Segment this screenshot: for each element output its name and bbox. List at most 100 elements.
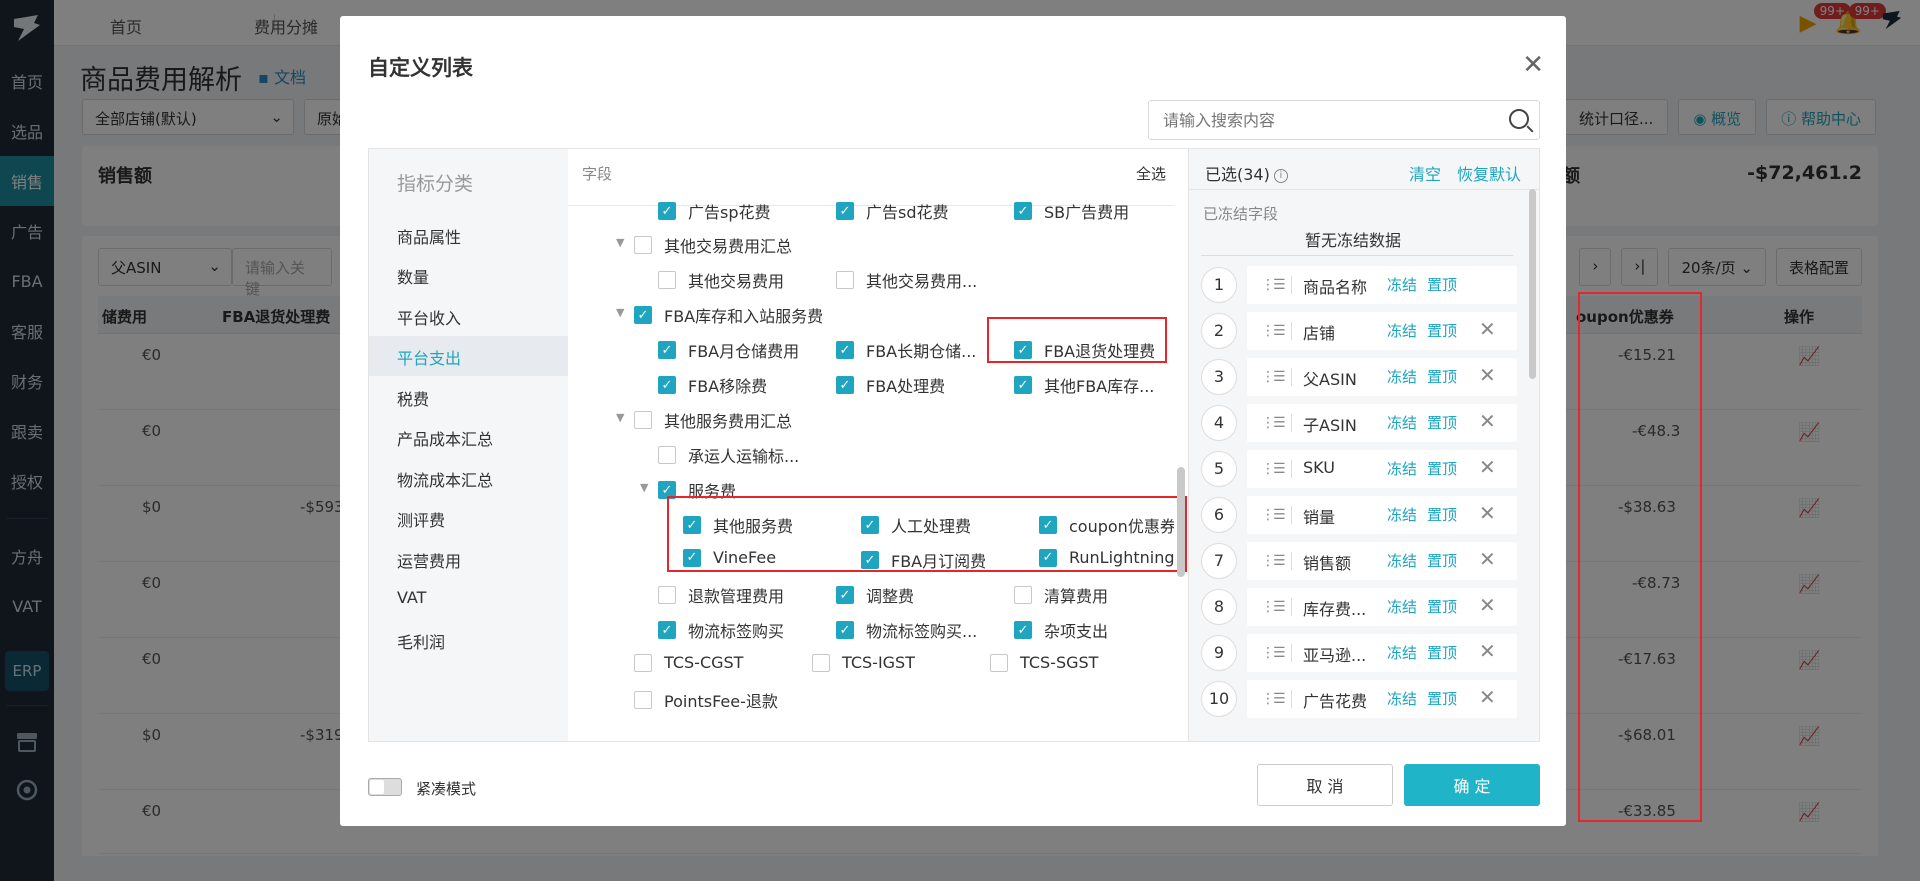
info-icon[interactable]: i bbox=[1273, 168, 1288, 183]
remove-icon[interactable]: ✕ bbox=[1479, 363, 1496, 387]
category-item-operation-fee[interactable]: 运营费用 bbox=[369, 539, 568, 579]
remove-icon[interactable]: ✕ bbox=[1479, 455, 1496, 479]
remove-icon[interactable]: ✕ bbox=[1479, 547, 1496, 571]
field-fba-long-term[interactable]: ✓ FBA长期仓储... bbox=[836, 338, 976, 362]
field-label-purchase-2[interactable]: ✓ 物流标签购买... bbox=[836, 618, 977, 642]
checkbox-checked-icon[interactable]: ✓ bbox=[836, 376, 854, 394]
freeze-button[interactable]: 冻结 bbox=[1387, 642, 1417, 663]
checkbox-checked-icon[interactable]: ✓ bbox=[836, 341, 854, 359]
close-icon[interactable]: ✕ bbox=[1522, 52, 1544, 78]
field-fba-other[interactable]: ✓ 其他FBA库存... bbox=[1014, 373, 1154, 397]
drag-handle-icon[interactable]: ⋮☰ bbox=[1261, 691, 1286, 707]
freeze-button[interactable]: 冻结 bbox=[1387, 504, 1417, 525]
checkbox-checked-icon[interactable]: ✓ bbox=[836, 621, 854, 639]
drag-handle-icon[interactable]: ⋮☰ bbox=[1261, 599, 1286, 615]
compact-mode-toggle[interactable] bbox=[368, 778, 402, 796]
drag-handle-icon[interactable]: ⋮☰ bbox=[1261, 507, 1286, 523]
checkbox-checked-icon[interactable]: ✓ bbox=[658, 376, 676, 394]
remove-icon[interactable]: ✕ bbox=[1479, 501, 1496, 525]
freeze-button[interactable]: 冻结 bbox=[1387, 550, 1417, 571]
pin-top-button[interactable]: 置顶 bbox=[1427, 412, 1457, 433]
cancel-button[interactable]: 取 消 bbox=[1257, 764, 1393, 806]
drag-handle-icon[interactable]: ⋮☰ bbox=[1261, 415, 1286, 431]
field-other-trade-fee-2[interactable]: 其他交易费用... bbox=[836, 268, 977, 292]
category-item-quantity[interactable]: 数量 bbox=[369, 255, 568, 295]
category-item-logistics-cost[interactable]: 物流成本汇总 bbox=[369, 458, 568, 498]
checkbox-unchecked-icon[interactable] bbox=[634, 691, 652, 709]
freeze-button[interactable]: 冻结 bbox=[1387, 688, 1417, 709]
category-item-product-cost[interactable]: 产品成本汇总 bbox=[369, 417, 568, 457]
checkbox-unchecked-icon[interactable] bbox=[812, 653, 830, 672]
collapse-caret-icon[interactable]: ▼ bbox=[640, 481, 648, 494]
pin-top-button[interactable]: 置顶 bbox=[1427, 596, 1457, 617]
category-item-platform-income[interactable]: 平台收入 bbox=[369, 296, 568, 336]
checkbox-checked-icon[interactable]: ✓ bbox=[1014, 376, 1032, 394]
selected-field-item[interactable]: ⋮☰ 库存费... 冻结 置顶 ✕ bbox=[1247, 588, 1517, 626]
collapse-caret-icon[interactable]: ▼ bbox=[616, 306, 624, 319]
checkbox-unchecked-icon[interactable] bbox=[658, 446, 676, 464]
drag-handle-icon[interactable]: ⋮☰ bbox=[1261, 645, 1286, 661]
selected-field-item[interactable]: ⋮☰ 父ASIN 冻结 置顶 ✕ bbox=[1247, 358, 1517, 396]
freeze-button[interactable]: 冻结 bbox=[1387, 458, 1417, 479]
checkbox-unchecked-icon[interactable] bbox=[658, 271, 676, 289]
field-group-other-trade[interactable]: 其他交易费用汇总 bbox=[634, 233, 792, 257]
checkbox-checked-icon[interactable]: ✓ bbox=[836, 202, 854, 220]
selected-panel-scrollbar[interactable] bbox=[1529, 189, 1536, 379]
field-points-fee-refund[interactable]: PointsFee-退款 bbox=[634, 688, 778, 712]
field-refund-mgmt[interactable]: 退款管理费用 bbox=[658, 583, 784, 607]
field-fba-removal[interactable]: ✓ FBA移除费 bbox=[658, 373, 767, 397]
collapse-caret-icon[interactable]: ▼ bbox=[616, 411, 624, 424]
category-item-gross-profit[interactable]: 毛利润 bbox=[369, 620, 568, 660]
field-label-purchase[interactable]: ✓ 物流标签购买 bbox=[658, 618, 784, 642]
pin-top-button[interactable]: 置顶 bbox=[1427, 274, 1457, 295]
pin-top-button[interactable]: 置顶 bbox=[1427, 550, 1457, 571]
remove-icon[interactable]: ✕ bbox=[1479, 317, 1496, 341]
checkbox-checked-icon[interactable]: ✓ bbox=[658, 621, 676, 639]
selected-field-item[interactable]: ⋮☰ 商品名称 冻结 置顶 bbox=[1247, 266, 1517, 304]
category-item-product-attr[interactable]: 商品属性 bbox=[369, 215, 568, 255]
selected-field-item[interactable]: ⋮☰ 子ASIN 冻结 置顶 ✕ bbox=[1247, 404, 1517, 442]
drag-handle-icon[interactable]: ⋮☰ bbox=[1261, 277, 1286, 293]
freeze-button[interactable]: 冻结 bbox=[1387, 274, 1417, 295]
selected-field-item[interactable]: ⋮☰ SKU 冻结 置顶 ✕ bbox=[1247, 450, 1517, 488]
checkbox-checked-icon[interactable]: ✓ bbox=[634, 306, 652, 324]
checkbox-checked-icon[interactable]: ✓ bbox=[658, 202, 676, 220]
drag-handle-icon[interactable]: ⋮☰ bbox=[1261, 553, 1286, 569]
checkbox-unchecked-icon[interactable] bbox=[836, 271, 854, 289]
field-carrier[interactable]: 承运人运输标... bbox=[658, 443, 799, 467]
category-item-review-fee[interactable]: 测评费 bbox=[369, 498, 568, 538]
category-item-platform-expense[interactable]: 平台支出 bbox=[369, 336, 568, 376]
freeze-button[interactable]: 冻结 bbox=[1387, 412, 1417, 433]
field-group-other-service[interactable]: 其他服务费用汇总 bbox=[634, 408, 792, 432]
selected-field-item[interactable]: ⋮☰ 店铺 冻结 置顶 ✕ bbox=[1247, 312, 1517, 350]
checkbox-unchecked-icon[interactable] bbox=[658, 586, 676, 604]
drag-handle-icon[interactable]: ⋮☰ bbox=[1261, 323, 1286, 339]
remove-icon[interactable]: ✕ bbox=[1479, 685, 1496, 709]
field-tcs-igst[interactable]: TCS-IGST bbox=[812, 653, 915, 672]
field-ad-sp[interactable]: ✓ 广告sp花费 bbox=[658, 199, 771, 223]
select-all-link[interactable]: 全选 bbox=[1136, 163, 1166, 184]
reset-default-link[interactable]: 恢复默认 bbox=[1457, 161, 1521, 185]
field-ad-sb[interactable]: ✓ SB广告费用 bbox=[1014, 199, 1129, 223]
confirm-button[interactable]: 确 定 bbox=[1404, 764, 1540, 806]
pin-top-button[interactable]: 置顶 bbox=[1427, 320, 1457, 341]
pin-top-button[interactable]: 置顶 bbox=[1427, 366, 1457, 387]
drag-handle-icon[interactable]: ⋮☰ bbox=[1261, 461, 1286, 477]
field-ad-sd[interactable]: ✓ 广告sd花费 bbox=[836, 199, 949, 223]
selected-field-item[interactable]: ⋮☰ 销售额 冻结 置顶 ✕ bbox=[1247, 542, 1517, 580]
field-adjustment[interactable]: ✓ 调整费 bbox=[836, 583, 914, 607]
category-item-vat[interactable]: VAT bbox=[369, 579, 568, 619]
checkbox-unchecked-icon[interactable] bbox=[634, 236, 652, 254]
field-search-input[interactable] bbox=[1149, 101, 1479, 139]
field-misc-expense[interactable]: ✓ 杂项支出 bbox=[1014, 618, 1108, 642]
freeze-button[interactable]: 冻结 bbox=[1387, 596, 1417, 617]
freeze-button[interactable]: 冻结 bbox=[1387, 320, 1417, 341]
pin-top-button[interactable]: 置顶 bbox=[1427, 458, 1457, 479]
collapse-caret-icon[interactable]: ▼ bbox=[616, 236, 624, 249]
field-panel-scrollbar[interactable] bbox=[1177, 467, 1185, 577]
freeze-button[interactable]: 冻结 bbox=[1387, 366, 1417, 387]
category-item-tax[interactable]: 税费 bbox=[369, 377, 568, 417]
remove-icon[interactable]: ✕ bbox=[1479, 593, 1496, 617]
drag-handle-icon[interactable]: ⋮☰ bbox=[1261, 369, 1286, 385]
field-group-fba[interactable]: ✓ FBA库存和入站服务费 bbox=[634, 303, 823, 327]
